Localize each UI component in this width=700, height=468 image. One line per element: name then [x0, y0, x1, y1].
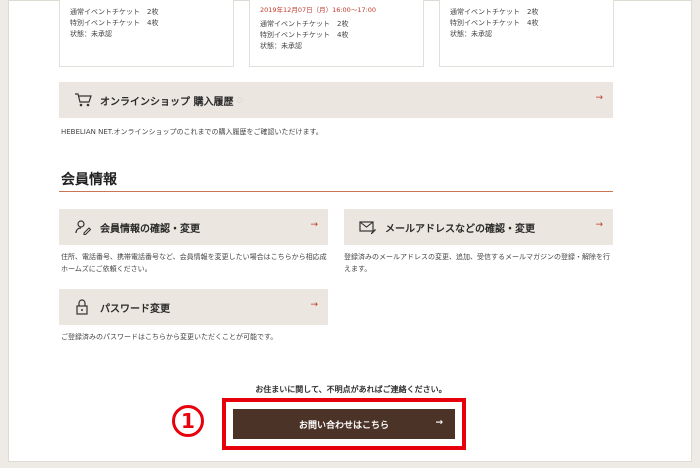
- ticket-line-regular: 通常イベントチケット 2枚: [70, 8, 159, 16]
- lock-icon: [74, 298, 92, 316]
- ticket-card: 通常イベントチケット 2枚 特別イベントチケット 4枚 状態：未承認: [439, 0, 614, 67]
- contact-button[interactable]: お問い合わせはこちら →: [233, 409, 455, 439]
- member-info-description: 住所、電話番号、携帯電話番号など、会員情報を変更したい場合はこちらから相応成ホー…: [61, 253, 327, 273]
- arrow-right-icon: →: [310, 300, 318, 310]
- user-edit-icon: [74, 218, 92, 236]
- page-container: 通常イベントチケット 2枚 特別イベントチケット 4枚 状態：未承認 2019年…: [8, 0, 692, 462]
- ticket-line-special: 特別イベントチケット 4枚: [450, 19, 539, 27]
- online-shop-label: オンラインショップ 購入履歴: [100, 96, 234, 108]
- email-settings-label: メールアドレスなどの確認・変更: [385, 223, 535, 235]
- arrow-right-icon: →: [595, 93, 603, 103]
- section-title-member: 会員情報: [61, 172, 117, 188]
- arrow-right-icon: →: [595, 220, 603, 230]
- email-settings-description: 登録済みのメールアドレスの変更、追加、受信するメールマガジンの登録・解除を行えま…: [344, 253, 610, 273]
- external-link-icon: ◌: [236, 96, 243, 104]
- ticket-date: 2019年12月07日（月）16:00〜17:00: [260, 6, 377, 14]
- contact-button-highlight: お問い合わせはこちら →: [222, 398, 466, 450]
- member-info-link[interactable]: 会員情報の確認・変更 →: [59, 209, 328, 245]
- password-change-link[interactable]: パスワード変更 →: [59, 289, 328, 325]
- ticket-line-regular: 通常イベントチケット 2枚: [450, 8, 539, 16]
- ticket-card: 通常イベントチケット 2枚 特別イベントチケット 4枚 状態：未承認: [59, 0, 234, 67]
- section-divider: [59, 191, 613, 192]
- ticket-status: 状態：未承認: [70, 30, 112, 38]
- cart-icon: [74, 91, 92, 109]
- contact-button-label: お問い合わせはこちら: [298, 420, 389, 431]
- contact-note: お住まいに関して、不明点があればご連絡ください。: [255, 385, 447, 394]
- email-settings-link[interactable]: メールアドレスなどの確認・変更 →: [344, 209, 613, 245]
- ticket-status: 状態：未承認: [450, 30, 492, 38]
- ticket-line-special: 特別イベントチケット 4枚: [260, 31, 349, 39]
- ticket-line-regular: 通常イベントチケット 2枚: [260, 20, 349, 28]
- arrow-right-icon: →: [435, 418, 443, 428]
- ticket-status: 状態：未承認: [260, 42, 302, 50]
- password-change-label: パスワード変更: [100, 303, 170, 315]
- arrow-right-icon: →: [310, 220, 318, 230]
- password-change-description: ご登録済みのパスワードはこちらから変更いただくことが可能です。: [61, 333, 278, 341]
- mail-edit-icon: [359, 218, 377, 236]
- member-info-label: 会員情報の確認・変更: [100, 223, 200, 235]
- online-shop-description: HEBELIAN NET.オンラインショップのこれまでの購入履歴をご確認いただけ…: [61, 128, 323, 136]
- ticket-line-special: 特別イベントチケット 4枚: [70, 19, 159, 27]
- ticket-card: 2019年12月07日（月）16:00〜17:00 通常イベントチケット 2枚 …: [249, 0, 424, 67]
- step-annotation: 1: [172, 405, 204, 437]
- online-shop-history-link[interactable]: オンラインショップ 購入履歴 ◌ →: [59, 82, 613, 118]
